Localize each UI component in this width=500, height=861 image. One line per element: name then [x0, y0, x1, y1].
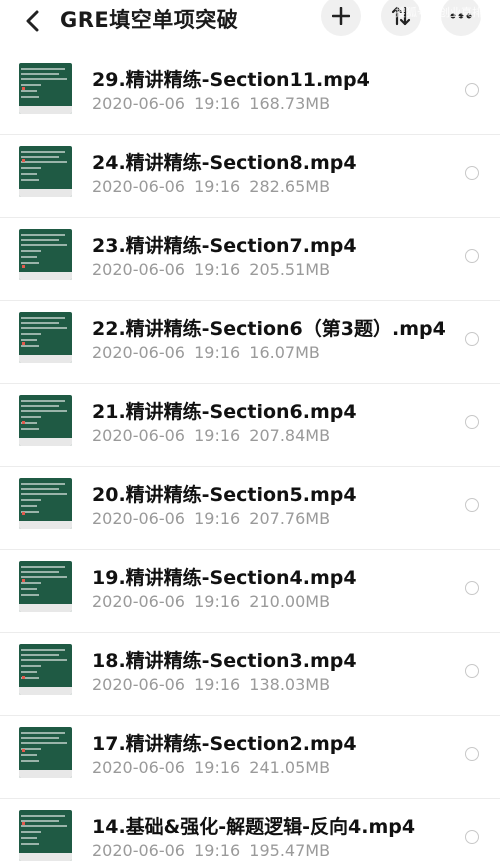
file-meta: 2020-06-06 19:16 168.73MB — [92, 94, 331, 113]
file-name: 24.精讲精练-Section8.mp4 — [92, 152, 357, 174]
file-meta: 2020-06-06 19:16 210.00MB — [92, 592, 331, 611]
video-thumbnail — [19, 63, 72, 114]
file-meta: 2020-06-06 19:16 282.65MB — [92, 177, 331, 196]
video-thumbnail — [19, 312, 72, 363]
file-meta: 2020-06-06 19:16 16.07MB — [92, 343, 320, 362]
video-thumbnail — [19, 727, 72, 778]
file-row[interactable]: 14.基础&强化-解题逻辑-反向4.mp4 2020-06-06 19:16 1… — [0, 799, 500, 861]
chevron-left-icon — [26, 10, 39, 32]
file-row[interactable]: 21.精讲精练-Section6.mp4 2020-06-06 19:16 20… — [0, 384, 500, 467]
select-radio[interactable] — [465, 166, 479, 180]
file-name: 19.精讲精练-Section4.mp4 — [92, 567, 357, 589]
select-radio[interactable] — [465, 249, 479, 263]
page-title: GRE填空单项突破 — [60, 8, 239, 32]
file-name: 29.精讲精练-Section11.mp4 — [92, 69, 370, 91]
file-meta: 2020-06-06 19:16 241.05MB — [92, 758, 331, 777]
file-row[interactable]: 23.精讲精练-Section7.mp4 2020-06-06 19:16 20… — [0, 218, 500, 301]
plus-icon — [332, 7, 350, 25]
video-thumbnail — [19, 146, 72, 197]
file-row[interactable]: 17.精讲精练-Section2.mp4 2020-06-06 19:16 24… — [0, 716, 500, 799]
video-thumbnail — [19, 810, 72, 861]
select-radio[interactable] — [465, 83, 479, 97]
select-radio[interactable] — [465, 498, 479, 512]
back-button[interactable] — [18, 6, 48, 36]
select-radio[interactable] — [465, 581, 479, 595]
file-meta: 2020-06-06 19:16 207.84MB — [92, 426, 331, 445]
video-thumbnail — [19, 478, 72, 529]
file-name: 20.精讲精练-Section5.mp4 — [92, 484, 357, 506]
file-row[interactable]: 29.精讲精练-Section11.mp4 2020-06-06 19:16 1… — [0, 52, 500, 135]
file-row[interactable]: 18.精讲精练-Section3.mp4 2020-06-06 19:16 13… — [0, 633, 500, 716]
select-radio[interactable] — [465, 830, 479, 844]
file-row[interactable]: 19.精讲精练-Section4.mp4 2020-06-06 19:16 21… — [0, 550, 500, 633]
file-meta: 2020-06-06 19:16 195.47MB — [92, 841, 331, 860]
file-name: 22.精讲精练-Section6（第3题）.mp4 — [92, 318, 446, 340]
file-list: 29.精讲精练-Section11.mp4 2020-06-06 19:16 1… — [0, 52, 500, 861]
file-name: 23.精讲精练-Section7.mp4 — [92, 235, 357, 257]
file-name: 18.精讲精练-Section3.mp4 — [92, 650, 357, 672]
add-button[interactable] — [321, 0, 361, 36]
select-radio[interactable] — [465, 664, 479, 678]
file-meta: 2020-06-06 19:16 207.76MB — [92, 509, 331, 528]
video-thumbnail — [19, 229, 72, 280]
file-row[interactable]: 24.精讲精练-Section8.mp4 2020-06-06 19:16 28… — [0, 135, 500, 218]
file-meta: 2020-06-06 19:16 138.03MB — [92, 675, 331, 694]
watermark-text: 搜狐号@创业真排行榜 — [395, 6, 500, 19]
file-row[interactable]: 22.精讲精练-Section6（第3题）.mp4 2020-06-06 19:… — [0, 301, 500, 384]
file-name: 17.精讲精练-Section2.mp4 — [92, 733, 357, 755]
video-thumbnail — [19, 395, 72, 446]
file-name: 21.精讲精练-Section6.mp4 — [92, 401, 357, 423]
file-row[interactable]: 20.精讲精练-Section5.mp4 2020-06-06 19:16 20… — [0, 467, 500, 550]
video-thumbnail — [19, 561, 72, 612]
select-radio[interactable] — [465, 332, 479, 346]
select-radio[interactable] — [465, 747, 479, 761]
file-meta: 2020-06-06 19:16 205.51MB — [92, 260, 331, 279]
select-radio[interactable] — [465, 415, 479, 429]
file-name: 14.基础&强化-解题逻辑-反向4.mp4 — [92, 816, 416, 838]
video-thumbnail — [19, 644, 72, 695]
